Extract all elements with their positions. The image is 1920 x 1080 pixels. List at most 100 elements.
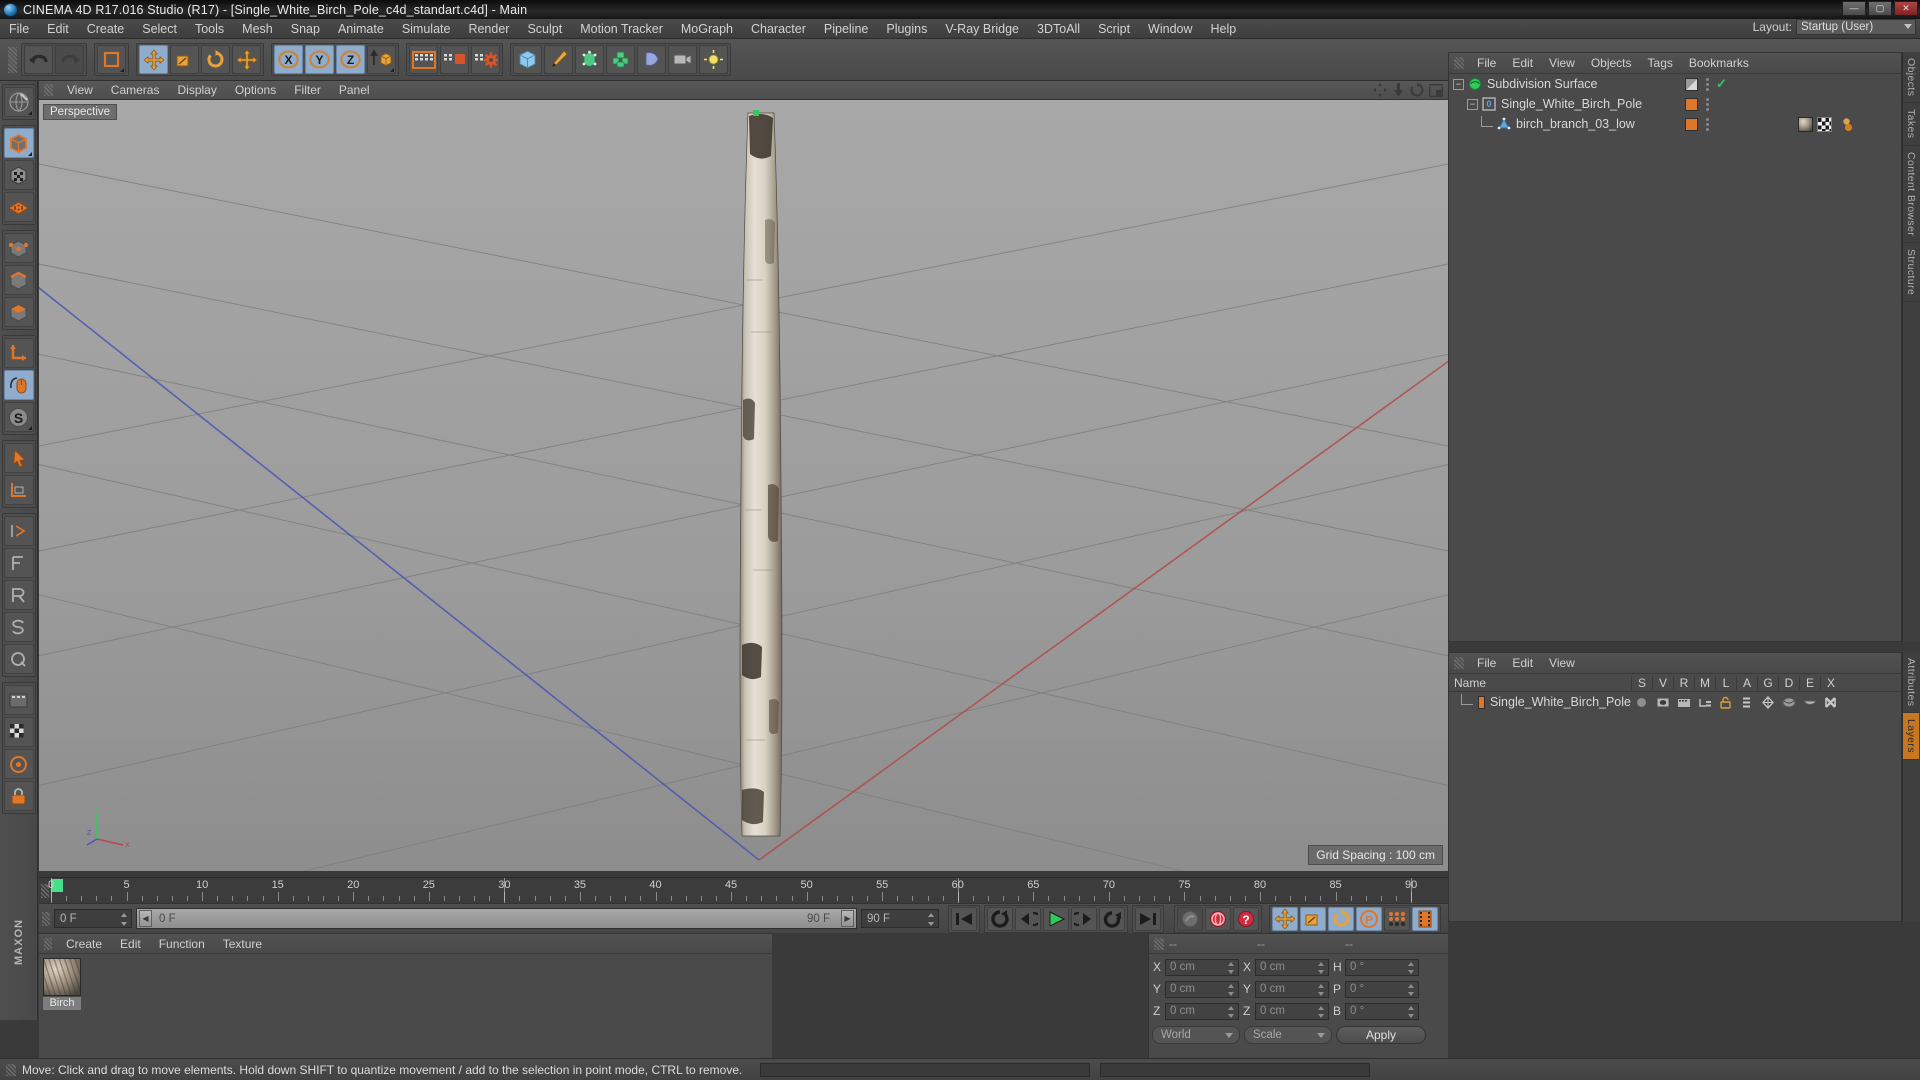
range-end-handle[interactable]: ▶: [841, 910, 854, 927]
coord-rotation-b-field[interactable]: 0 °: [1345, 1002, 1419, 1020]
keyframe-selection-button[interactable]: ?: [1233, 906, 1259, 931]
menu-item-script[interactable]: Script: [1089, 19, 1139, 39]
expand-toggle[interactable]: −: [1467, 98, 1478, 110]
layer-toggle-s[interactable]: [1631, 696, 1652, 709]
layer-toggle-d[interactable]: [1778, 696, 1799, 709]
current-frame-field[interactable]: 0 F: [54, 909, 132, 928]
object-menu-bookmarks[interactable]: Bookmarks: [1681, 53, 1757, 74]
record-active-objects-button[interactable]: [1177, 906, 1203, 931]
coord-position-y-field[interactable]: 0 cm: [1165, 980, 1239, 998]
layer-rows[interactable]: Single_White_Birch_Pole: [1449, 692, 1901, 712]
viewport-menu-filter[interactable]: Filter: [285, 81, 330, 100]
menu-item-snap[interactable]: Snap: [282, 19, 329, 39]
move-tool-button[interactable]: [139, 45, 168, 74]
coord-position-x-field[interactable]: 0 cm: [1165, 958, 1239, 976]
parameter-key-button[interactable]: P: [1356, 906, 1382, 931]
menu-item-simulate[interactable]: Simulate: [393, 19, 460, 39]
live-selection-button[interactable]: [97, 45, 126, 74]
perspective-label[interactable]: Perspective: [43, 104, 118, 120]
viewport-menu-panel[interactable]: Panel: [330, 81, 379, 100]
animation-toolbar-grip[interactable]: [42, 911, 50, 926]
previous-frame-button[interactable]: [1015, 906, 1041, 931]
coord-size-z-field[interactable]: 0 cm: [1255, 1002, 1329, 1020]
rotate-tool-button[interactable]: [201, 45, 230, 74]
layout-dropdown[interactable]: Startup (User): [1796, 19, 1916, 35]
menu-item-create[interactable]: Create: [78, 19, 134, 39]
object-tag-dots[interactable]: [1705, 97, 1709, 111]
material-item[interactable]: Birch: [43, 958, 81, 1010]
material-menu-create[interactable]: Create: [57, 934, 111, 954]
lock-x-button[interactable]: X: [274, 45, 303, 74]
menu-item-pipeline[interactable]: Pipeline: [815, 19, 877, 39]
coordinate-mode-dropdown[interactable]: Scale: [1244, 1026, 1332, 1044]
render-region-button[interactable]: [440, 45, 469, 74]
add-deformer-button[interactable]: [606, 45, 635, 74]
object-row[interactable]: −0 Single_White_Birch_Pole: [1449, 94, 1679, 114]
menu-item-sculpt[interactable]: Sculpt: [518, 19, 571, 39]
world-object-coord-button[interactable]: [367, 45, 396, 74]
zoom-view-icon[interactable]: [1392, 83, 1405, 97]
viewport-menu-cameras[interactable]: Cameras: [102, 81, 169, 100]
layer-color-swatch[interactable]: [1478, 695, 1485, 709]
stepper-icon[interactable]: [1228, 961, 1235, 974]
layer-toggle-g[interactable]: [1757, 695, 1778, 709]
stepper-icon[interactable]: [1318, 983, 1325, 996]
rotate-view-icon[interactable]: [1410, 83, 1424, 97]
material-menu-function[interactable]: Function: [150, 934, 214, 954]
render-settings-button[interactable]: [471, 45, 500, 74]
layer-toggle-x[interactable]: [1820, 696, 1841, 709]
rotation-key-button[interactable]: [1328, 906, 1354, 931]
stepper-icon[interactable]: [1408, 983, 1415, 996]
menu-item-mograph[interactable]: MoGraph: [672, 19, 742, 39]
dropdown-corner-icon[interactable]: [27, 111, 32, 115]
viewport-menu-options[interactable]: Options: [226, 81, 285, 100]
coord-size-y-field[interactable]: 0 cm: [1255, 980, 1329, 998]
menu-item-render[interactable]: Render: [459, 19, 518, 39]
axis-mode-button[interactable]: [3, 338, 34, 368]
dropdown-corner-icon[interactable]: [27, 152, 32, 156]
menu-item-v-ray-bridge[interactable]: V-Ray Bridge: [936, 19, 1028, 39]
layer-menu-edit[interactable]: Edit: [1504, 653, 1541, 674]
menu-item-file[interactable]: File: [0, 19, 38, 39]
enable-snap-button[interactable]: [3, 370, 34, 400]
layer-row[interactable]: Single_White_Birch_Pole: [1449, 692, 1901, 712]
uvw-tag-icon[interactable]: [1817, 116, 1832, 132]
layer-toggle-e[interactable]: [1799, 696, 1820, 709]
layer-menu-file[interactable]: File: [1469, 653, 1504, 674]
make-editable-button[interactable]: [3, 87, 34, 117]
points-mode-button[interactable]: [3, 233, 34, 263]
stepper-icon[interactable]: [1318, 1005, 1325, 1018]
workplane-button[interactable]: [3, 192, 34, 222]
layer-menu-view[interactable]: View: [1541, 653, 1583, 674]
autokeying-button[interactable]: [1205, 906, 1231, 931]
stepper-icon[interactable]: [121, 913, 128, 926]
add-light-button[interactable]: [699, 45, 728, 74]
apply-button[interactable]: Apply: [1336, 1026, 1426, 1044]
coordinates-grip[interactable]: [1154, 937, 1164, 950]
layer-toggle-r[interactable]: [1673, 696, 1694, 709]
lock-button[interactable]: [3, 781, 34, 811]
model-mode-button[interactable]: [3, 128, 34, 158]
viewport-menu-display[interactable]: Display: [168, 81, 225, 100]
lock-z-button[interactable]: Z: [336, 45, 365, 74]
layer-toggle-m[interactable]: [1694, 696, 1715, 709]
menu-item-animate[interactable]: Animate: [329, 19, 393, 39]
object-color-swatch[interactable]: [1685, 97, 1698, 111]
object-row[interactable]: − Subdivision Surface: [1449, 74, 1679, 94]
viewport-canvas[interactable]: [39, 100, 1448, 871]
redo-button[interactable]: [55, 45, 84, 74]
status-bar-grip[interactable]: [6, 1063, 16, 1076]
end-frame-field[interactable]: 90 F: [861, 909, 939, 928]
next-frame-button[interactable]: [1071, 906, 1097, 931]
material-list[interactable]: Birch: [39, 954, 772, 1058]
material-menu-texture[interactable]: Texture: [214, 934, 271, 954]
object-tag-dots[interactable]: [1705, 77, 1709, 91]
checker-button[interactable]: [3, 717, 34, 747]
menu-item-character[interactable]: Character: [742, 19, 815, 39]
undo-button[interactable]: [24, 45, 53, 74]
stepper-icon[interactable]: [1408, 961, 1415, 974]
dropdown-corner-icon[interactable]: [120, 68, 124, 72]
play-loop-button[interactable]: [1099, 906, 1125, 931]
right-tab-attributes[interactable]: Attributes: [1903, 652, 1919, 714]
right-tab-takes[interactable]: Takes: [1903, 103, 1919, 146]
